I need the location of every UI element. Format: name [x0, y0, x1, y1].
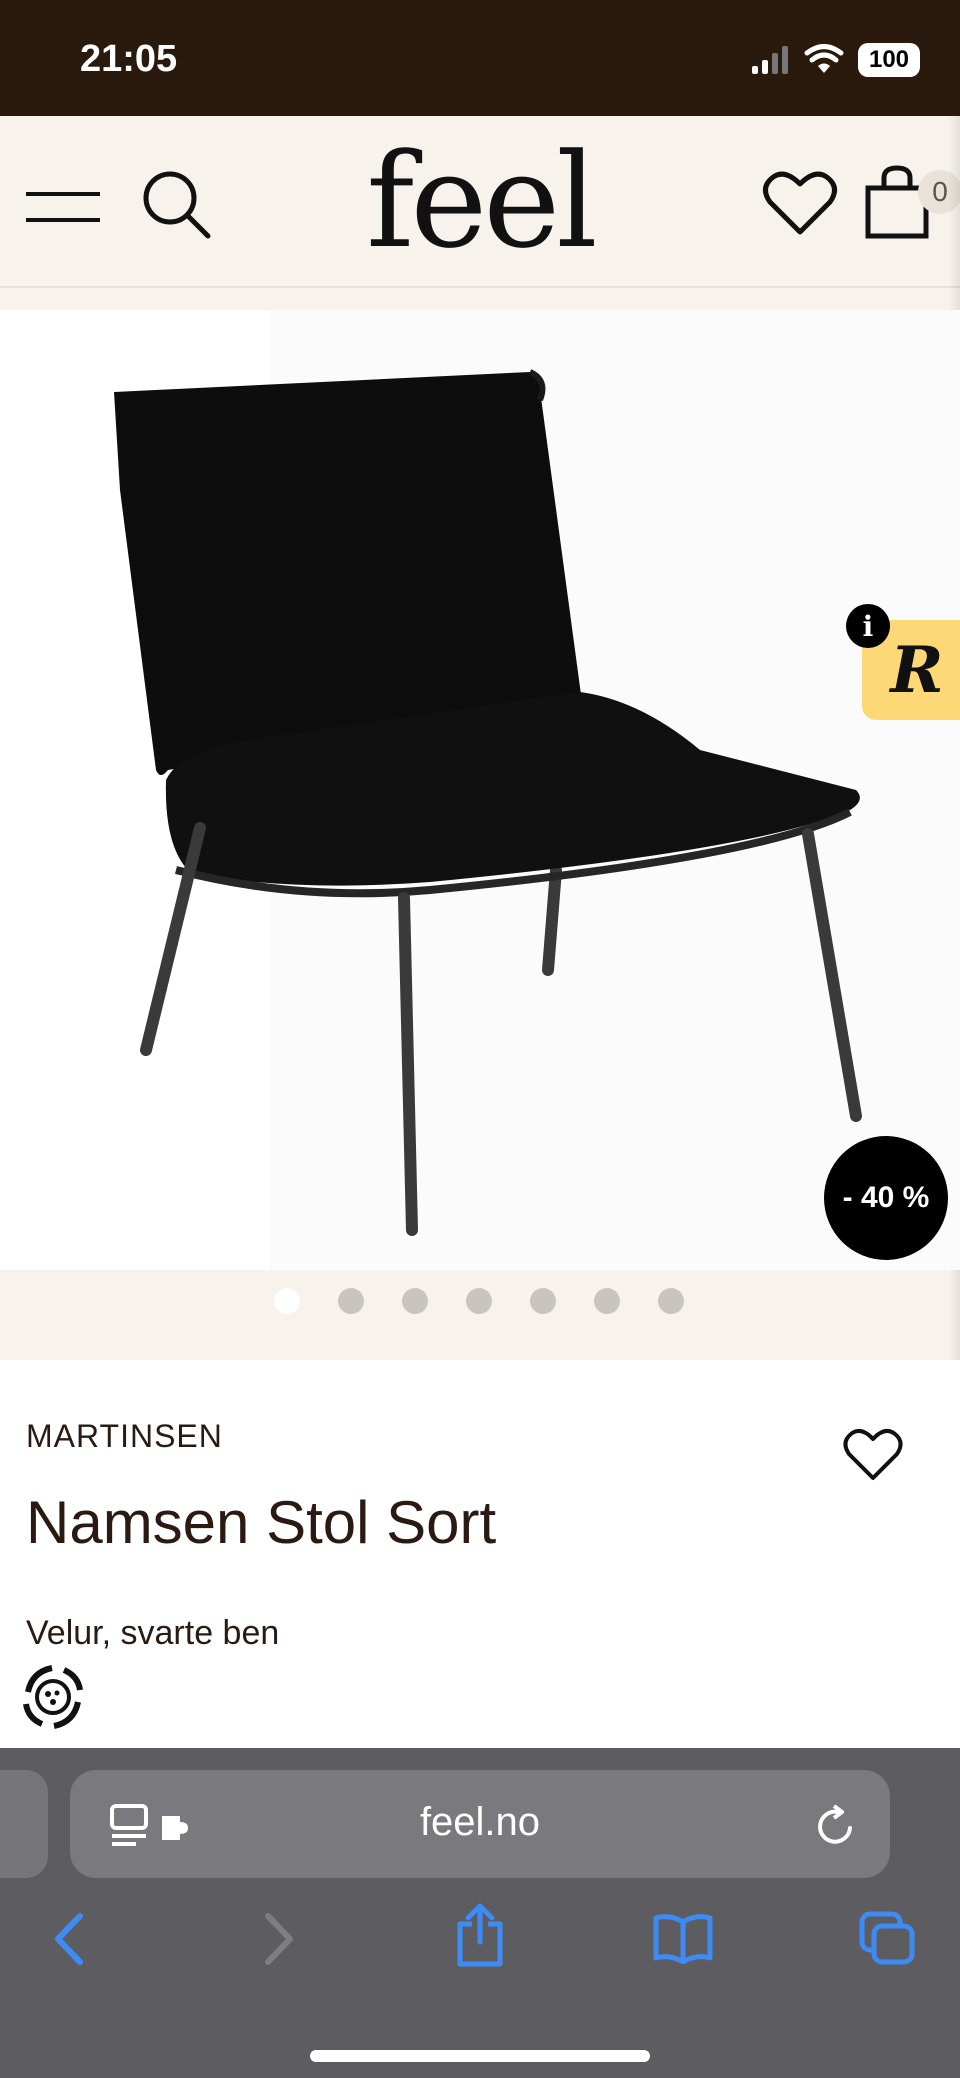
status-time: 21:05	[80, 38, 178, 80]
product-image-gallery[interactable]	[0, 310, 960, 1270]
discount-badge: - 40 %	[824, 1136, 948, 1260]
gallery-dot[interactable]	[274, 1288, 300, 1314]
site-header: feel 0	[0, 116, 960, 288]
signal-icon	[752, 46, 788, 74]
browser-bottom-bar: feel.no	[0, 1748, 960, 2078]
status-icons: 100	[750, 40, 920, 80]
tabs-icon[interactable]	[858, 1910, 916, 1966]
address-bar[interactable]: feel.no	[70, 1770, 890, 1878]
wishlist-heart-icon[interactable]	[762, 168, 838, 238]
share-icon[interactable]	[454, 1902, 506, 1968]
forward-icon[interactable]	[258, 1912, 298, 1966]
add-to-wishlist-heart-icon[interactable]	[842, 1426, 904, 1482]
product-title: Namsen Stol Sort	[26, 1489, 497, 1556]
wifi-icon	[804, 44, 844, 73]
bookmarks-icon[interactable]	[652, 1912, 714, 1964]
reload-icon[interactable]	[816, 1804, 856, 1846]
gallery-dot[interactable]	[530, 1288, 556, 1314]
previous-tab-preview[interactable]	[0, 1770, 48, 1878]
gallery-pagination	[0, 1286, 960, 1316]
product-subtitle: Velur, svarte ben	[26, 1614, 280, 1652]
gallery-dot[interactable]	[402, 1288, 428, 1314]
battery-indicator: 100	[858, 43, 920, 77]
sustainability-icon	[23, 1665, 83, 1729]
status-bar: 21:05 100	[0, 0, 960, 116]
home-indicator	[310, 2050, 650, 2062]
gallery-dot[interactable]	[594, 1288, 620, 1314]
gallery-dot[interactable]	[658, 1288, 684, 1314]
product-brand[interactable]: MARTINSEN	[26, 1418, 223, 1455]
product-info: MARTINSEN Namsen Stol Sort Velur, svarte…	[0, 1360, 960, 1760]
gallery-dot[interactable]	[338, 1288, 364, 1314]
gallery-dot[interactable]	[466, 1288, 492, 1314]
chair-image	[114, 310, 960, 1270]
back-icon[interactable]	[50, 1912, 90, 1966]
info-icon[interactable]: i	[846, 604, 890, 648]
url-text[interactable]: feel.no	[70, 1800, 890, 1845]
